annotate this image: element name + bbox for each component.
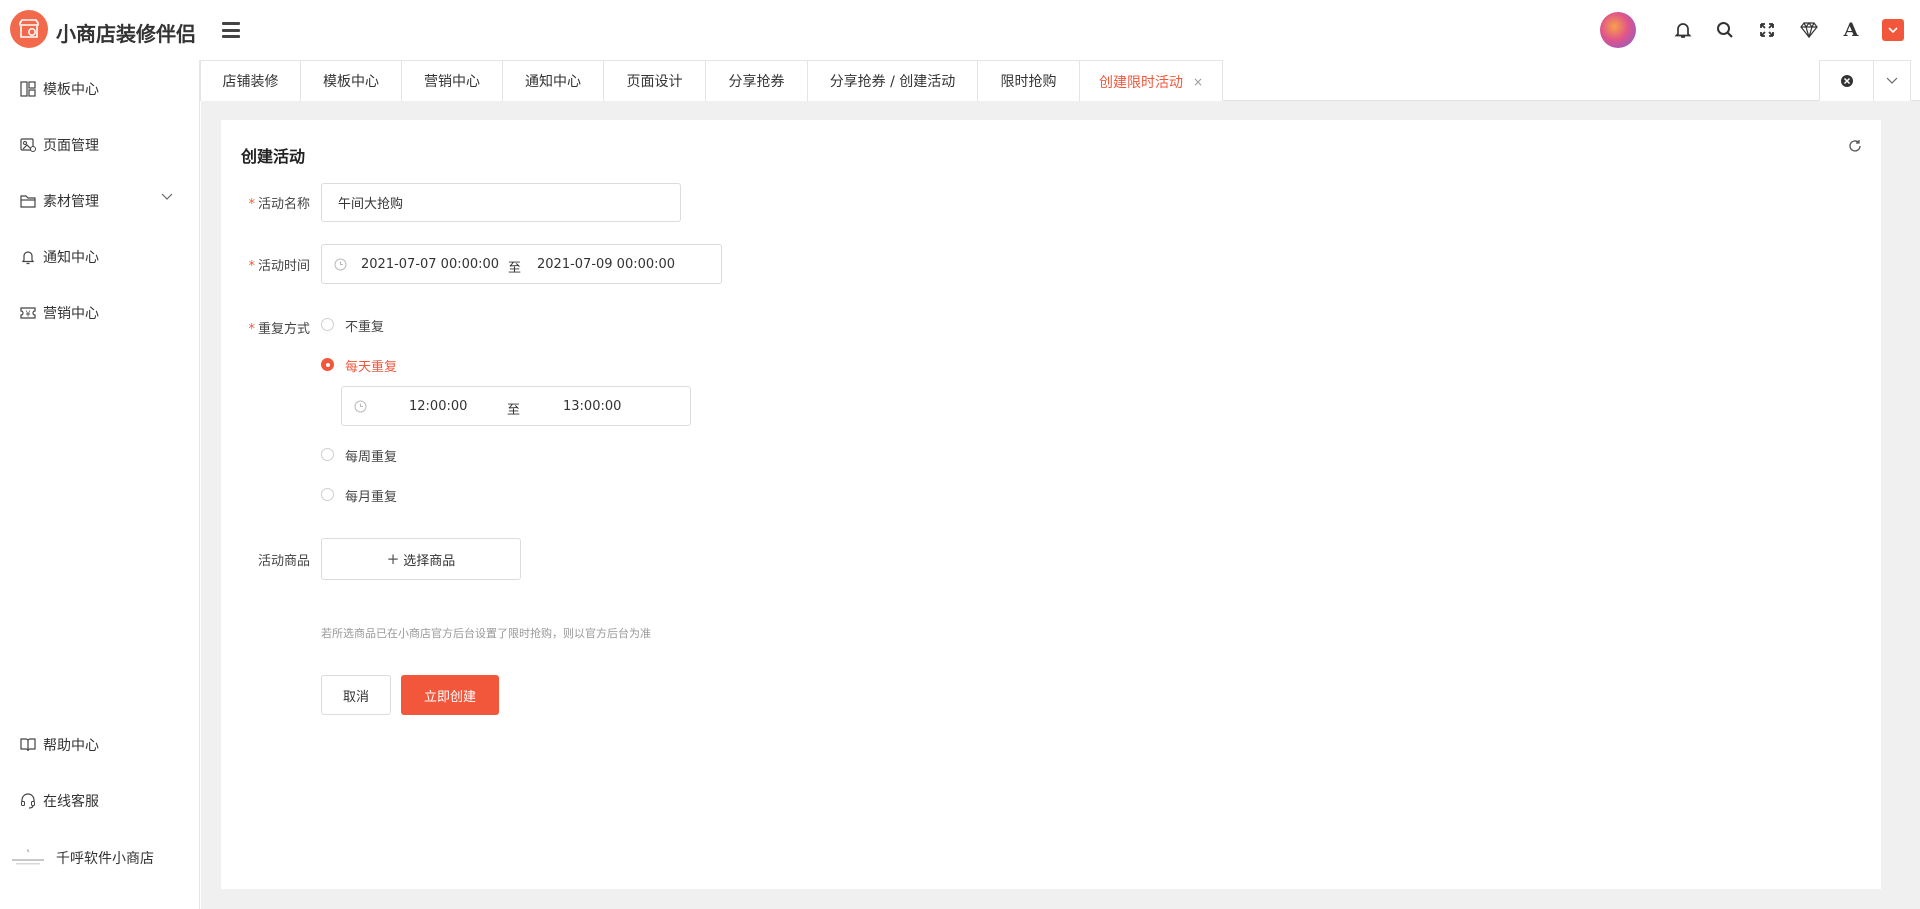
radio-monthly-repeat-label[interactable]: 每月重复 [345,486,397,505]
layout-icon [20,81,36,97]
select-goods-label: 选择商品 [403,553,456,569]
form-title: 创建活动 [241,147,306,166]
sidebar-item-label: 页面管理 [43,138,99,154]
sidebar-item-pages[interactable]: 页面管理 [20,133,180,157]
tab-notifications[interactable]: 通知中心 [502,60,604,101]
sidebar-item-store[interactable]: 千呼软件小商店 [12,846,180,870]
hint-text: 若所选商品已在小商店官方后台设置了限时抢购，则以官方后台为准 [321,627,651,640]
radio-weekly-repeat-label[interactable]: 每周重复 [345,446,397,465]
tab-label: 店铺装修 [222,74,279,90]
diamond-icon[interactable] [1793,14,1825,46]
tab-label: 分享抢券 [728,74,785,90]
time-separator: 至 [508,261,522,276]
activity-name-value: 午间大抢购 [338,197,404,212]
folder-icon [20,195,36,208]
radio-no-repeat-label[interactable]: 不重复 [345,316,384,335]
sidebar-item-templates[interactable]: 模板中心 [20,77,180,101]
close-all-tabs-button[interactable] [1819,60,1874,101]
form-card [221,120,1881,889]
sidebar-item-label: 营销中心 [43,306,99,322]
chevron-down-icon [1886,77,1898,84]
activity-time-range-input[interactable]: 2021-07-07 00:00:00 至 2021-07-09 00:00:0… [321,244,722,284]
select-goods-button[interactable]: + 选择商品 [321,538,521,580]
tab-share-coupon-create[interactable]: 分享抢券 / 创建活动 [807,60,978,101]
radio-daily-repeat-label[interactable]: 每天重复 [345,356,397,375]
time-start-value: 2021-07-07 00:00:00 [361,257,500,272]
tab-flash-sale[interactable]: 限时抢购 [977,60,1080,101]
book-icon [20,738,36,752]
coupon-icon: ¥ [20,307,36,319]
tab-label: 通知中心 [525,74,581,90]
sidebar-item-label: 在线客服 [43,794,99,810]
search-icon[interactable] [1709,14,1741,46]
sidebar-item-label: 素材管理 [43,194,99,210]
app-title: 小商店装修伴侣 [56,22,196,46]
radio-daily-repeat[interactable] [321,358,334,371]
daily-time-range-input[interactable]: 12:00:00 至 13:00:00 [341,386,691,426]
radio-no-repeat[interactable] [321,318,334,331]
plus-icon: + [386,550,400,568]
bell-icon [21,251,35,265]
sidebar-item-marketing[interactable]: ¥ 营销中心 [20,301,180,325]
sidebar-item-label: 通知中心 [43,250,99,266]
radio-monthly-repeat[interactable] [321,488,334,501]
close-tab-icon[interactable]: × [1193,75,1203,89]
activity-goods-label: 活动商品 [257,554,310,569]
daily-time-separator: 至 [507,403,521,418]
headset-icon [21,793,35,809]
sidebar: 模板中心 页面管理 素材管理 通知中心 ¥ 营销中心 帮助中心 在线客服 千呼软… [0,60,200,909]
tabs-bar: 店铺装修 模板中心 营销中心 通知中心 页面设计 分享抢券 分享抢券 / 创建活… [200,60,1920,102]
bell-icon[interactable] [1667,14,1699,46]
tab-label: 创建限时活动 [1098,74,1183,91]
tab-label: 页面设计 [626,74,683,90]
repeat-mode-label: * 重复方式 [248,322,310,337]
sidebar-item-materials[interactable]: 素材管理 [20,189,180,213]
page-manage-icon [20,138,36,152]
top-header: 小商店装修伴侣 A [0,0,1920,60]
tab-label: 限时抢购 [1000,74,1057,90]
clock-icon [334,258,347,271]
svg-text:¥: ¥ [25,310,30,319]
create-now-button[interactable]: 立即创建 [401,675,499,715]
theme-color-icon[interactable] [1877,14,1909,46]
menu-toggle-icon[interactable] [222,22,240,38]
sidebar-item-label: 帮助中心 [43,738,99,754]
tab-templates[interactable]: 模板中心 [300,60,402,101]
chevron-down-icon [161,193,173,200]
tab-create-flash-sale[interactable]: 创建限时活动 × [1079,60,1223,102]
tab-share-coupon[interactable]: 分享抢券 [705,60,808,101]
radio-weekly-repeat[interactable] [321,448,334,461]
tab-page-design[interactable]: 页面设计 [603,60,706,101]
daily-start-value: 12:00:00 [409,399,468,414]
font-size-icon[interactable]: A [1835,14,1867,46]
activity-time-label: * 活动时间 [248,259,310,274]
tab-label: 营销中心 [424,74,480,90]
tabs-dropdown-button[interactable] [1873,60,1911,101]
header-toolbar: A [1590,12,1920,48]
sidebar-item-help[interactable]: 帮助中心 [20,733,180,757]
tab-marketing[interactable]: 营销中心 [401,60,503,101]
cancel-button[interactable]: 取消 [321,675,391,715]
sidebar-item-notifications[interactable]: 通知中心 [20,245,180,269]
refresh-icon[interactable] [1848,138,1862,157]
sidebar-item-support[interactable]: 在线客服 [20,789,180,813]
tab-shop-decoration[interactable]: 店铺装修 [200,60,301,101]
store-logo-icon [12,849,44,865]
time-end-value: 2021-07-09 00:00:00 [537,257,676,272]
sidebar-item-label: 模板中心 [43,82,99,98]
shop-logo-icon [10,10,48,48]
activity-name-input[interactable]: 午间大抢购 [321,183,681,222]
sidebar-item-label: 千呼软件小商店 [56,851,154,867]
tab-label: 分享抢券 / 创建活动 [829,74,956,90]
close-circle-icon [1840,75,1853,87]
clock-icon [354,400,367,413]
avatar[interactable] [1600,12,1636,48]
fullscreen-icon[interactable] [1751,14,1783,46]
daily-end-value: 13:00:00 [563,399,622,414]
tab-label: 模板中心 [323,74,379,90]
activity-name-label: * 活动名称 [248,197,310,212]
